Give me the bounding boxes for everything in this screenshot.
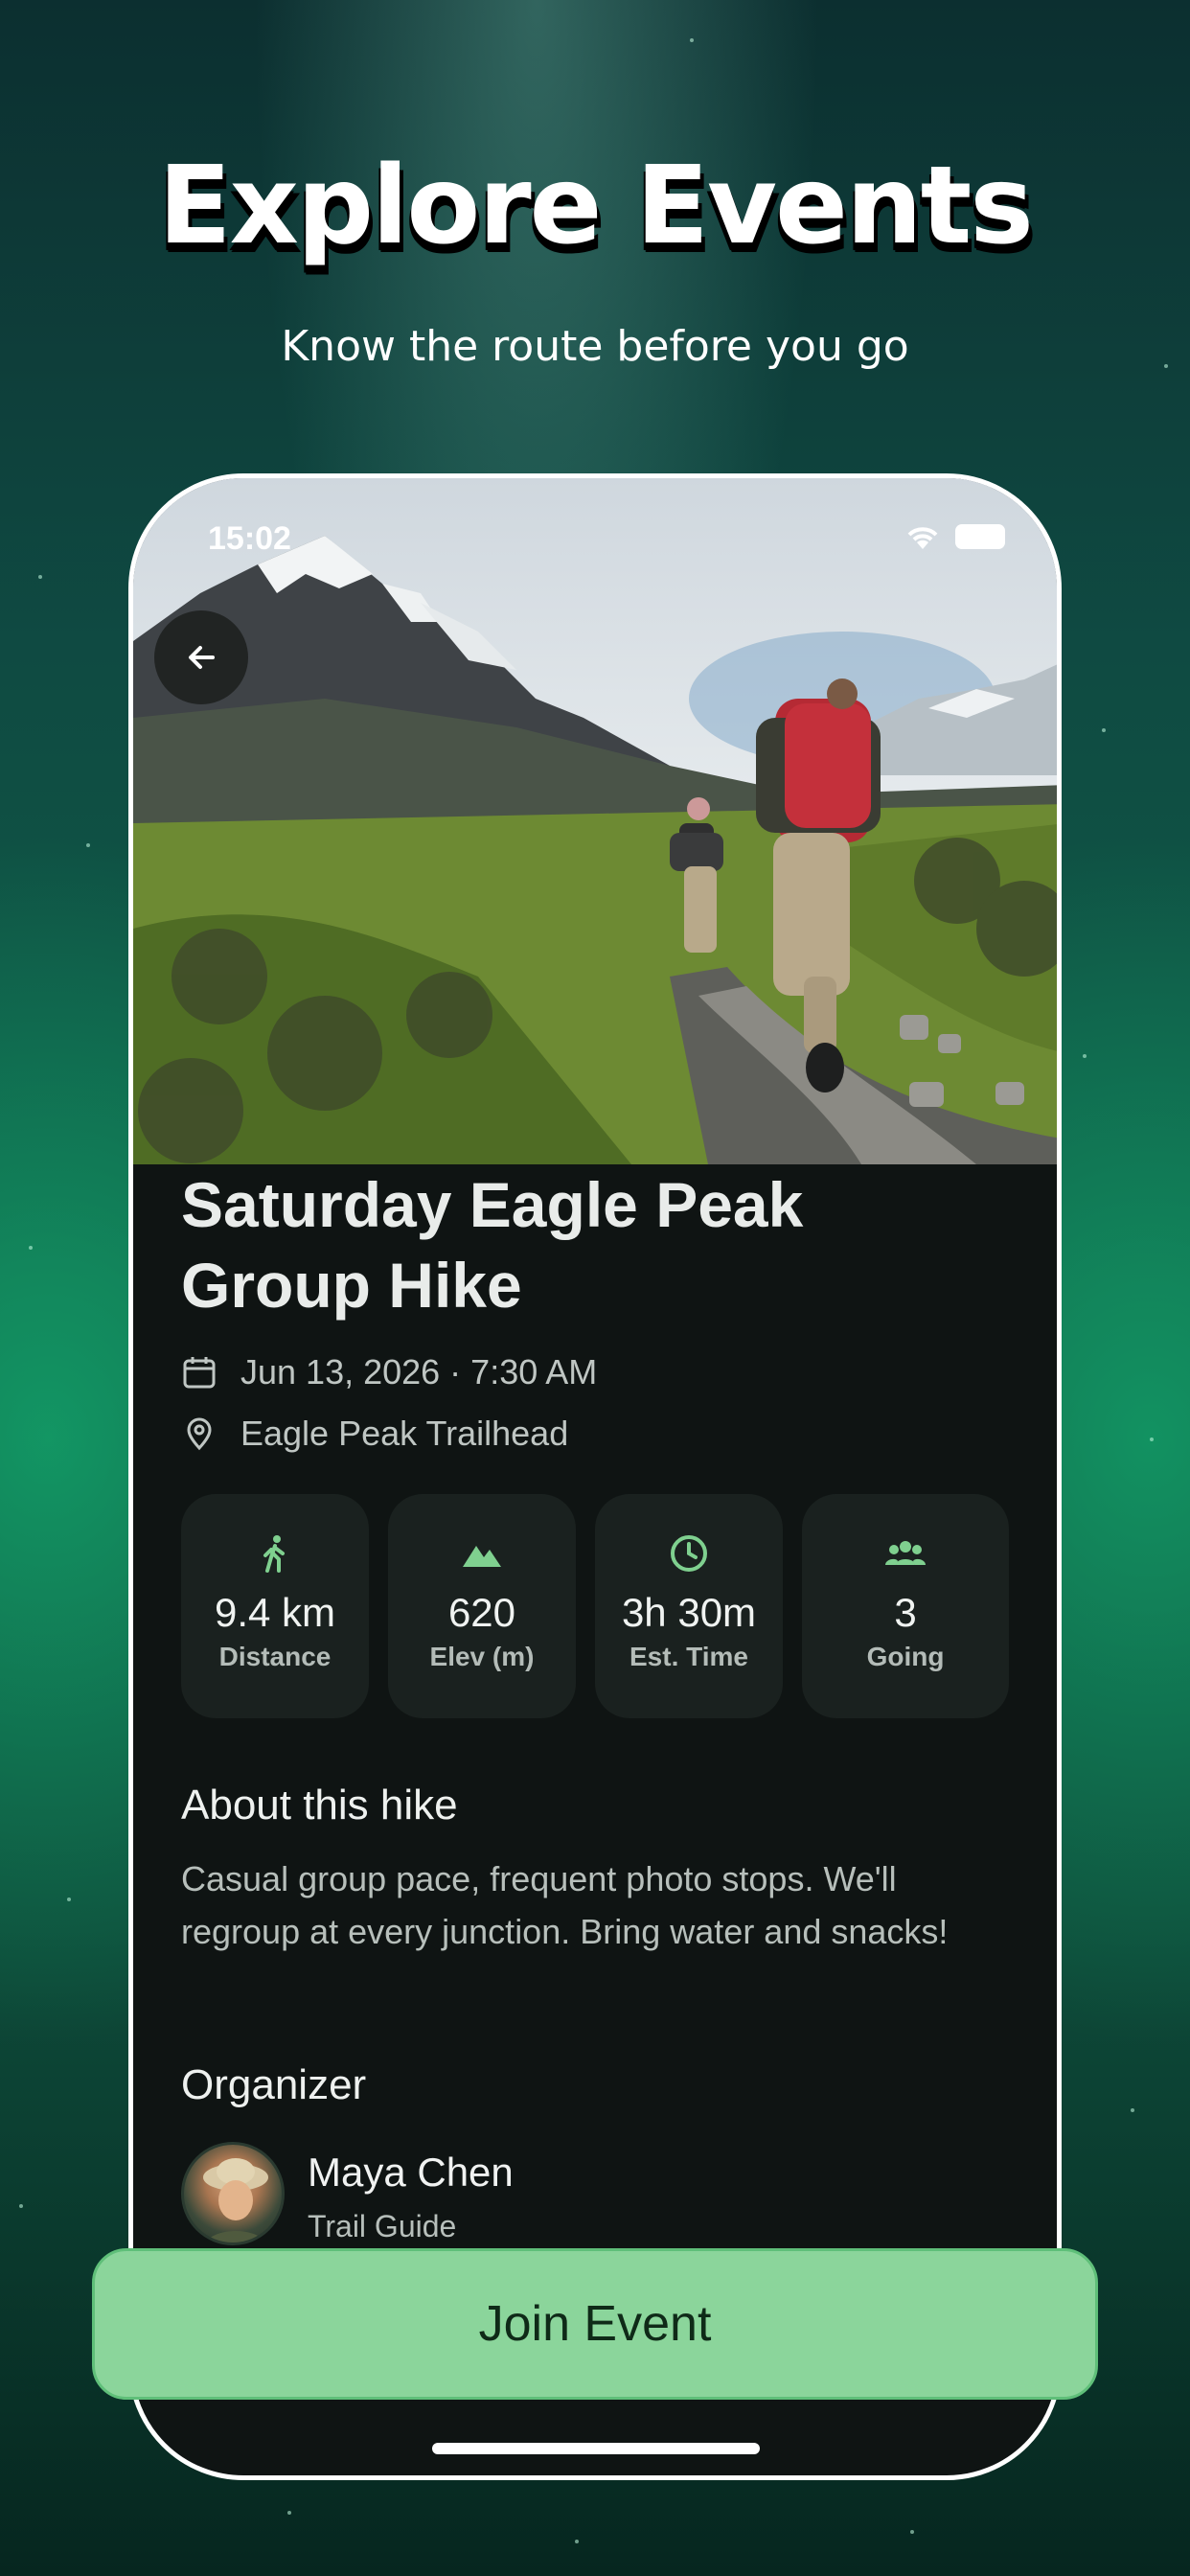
arrow-left-icon [189, 646, 215, 669]
organizer-role: Trail Guide [308, 2209, 457, 2243]
stat-value: 3 [894, 1590, 917, 1635]
home-indicator [432, 2443, 760, 2454]
location-pin-icon [187, 1417, 212, 1451]
clock-icon [671, 1535, 707, 1572]
battery-icon [955, 524, 1005, 549]
stats-row: 9.4 km Distance 620 Elev (m) 3h 30m Est.… [181, 1494, 1009, 1718]
mountain-icon [463, 1546, 501, 1567]
stat-value: 620 [447, 1590, 516, 1635]
organizer-name: Maya Chen [308, 2150, 514, 2195]
event-location-row[interactable]: Eagle Peak Trailhead [181, 1410, 1009, 1458]
group-icon [885, 1541, 926, 1565]
event-location: Eagle Peak Trailhead [240, 1414, 569, 1453]
phone-frame: 15:02 Saturday Eagle Peak Group Hike Jun… [128, 473, 1062, 2480]
status-icons [904, 522, 1005, 551]
wifi-icon [907, 527, 938, 549]
event-header: Saturday Eagle Peak Group Hike Jun 13, 2… [181, 1164, 1009, 1458]
promo-title: Explore Events [158, 144, 1034, 268]
walking-icon [263, 1535, 285, 1573]
stat-card-distance: 9.4 km Distance [181, 1494, 369, 1718]
event-date-row: Jun 13, 2026 · 7:30 AM [181, 1348, 1009, 1396]
avatar[interactable] [181, 2142, 285, 2245]
organizer-title: Organizer [181, 2061, 367, 2108]
stat-label: Elev (m) [429, 1642, 535, 1671]
join-event-button[interactable]: Join Event [92, 2248, 1098, 2400]
stat-label: Distance [218, 1642, 332, 1671]
event-title: Saturday Eagle Peak Group Hike [181, 1169, 804, 1321]
stat-card-going[interactable]: 3 Going [802, 1494, 1009, 1718]
stat-value: 3h 30m [621, 1590, 757, 1635]
about-title: About this hike [181, 1782, 458, 1828]
hero-image [133, 478, 1057, 1164]
event-date-time: Jun 13, 2026 · 7:30 AM [240, 1352, 598, 1392]
stat-card-elevation: 620 Elev (m) [388, 1494, 576, 1718]
status-time: 15:02 [208, 520, 291, 557]
stat-card-time: 3h 30m Est. Time [595, 1494, 783, 1718]
back-button[interactable] [154, 610, 248, 704]
promo-subtitle: Know the route before you go [281, 322, 909, 371]
calendar-icon [183, 1357, 216, 1389]
stat-label: Going [866, 1642, 945, 1671]
stat-value: 9.4 km [214, 1590, 336, 1635]
stat-label: Est. Time [629, 1642, 748, 1671]
about-text: Casual group pace, frequent photo stops.… [181, 1859, 949, 1951]
